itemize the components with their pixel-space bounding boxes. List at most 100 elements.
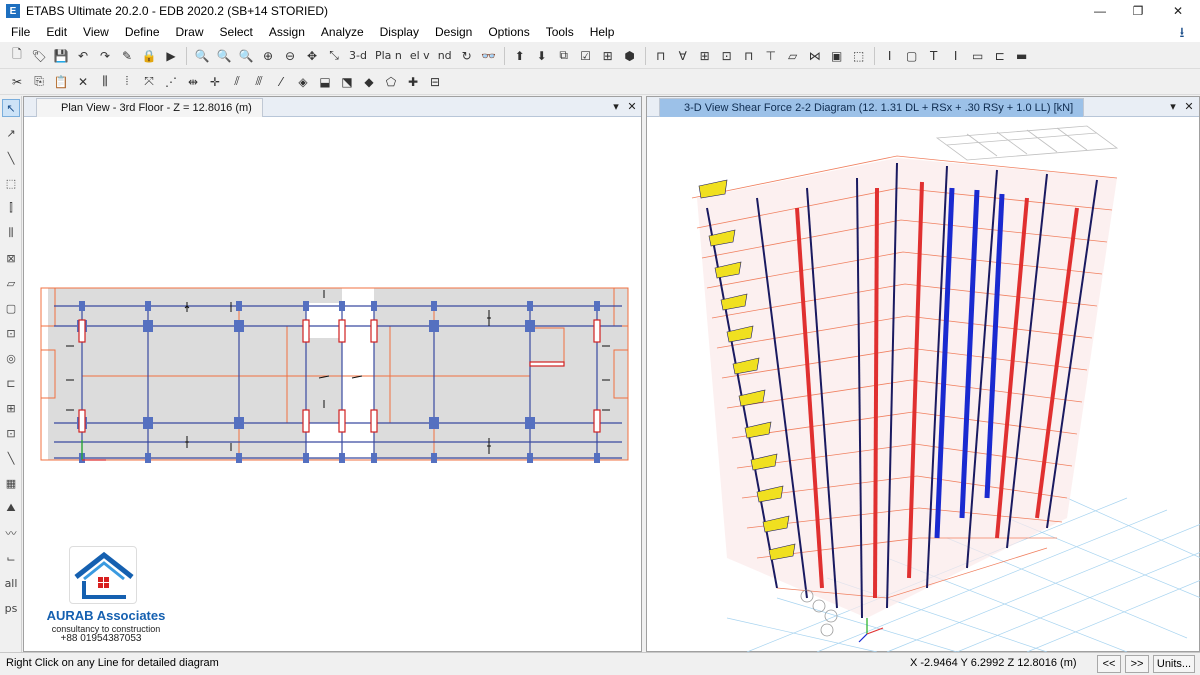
restore-button[interactable]: ❐ bbox=[1118, 0, 1158, 22]
design-composite-icon[interactable]: T bbox=[925, 47, 943, 65]
design-shear-wall-icon[interactable]: ▭ bbox=[969, 47, 987, 65]
design-concrete-icon[interactable]: ▢ bbox=[903, 47, 921, 65]
view-nd-button[interactable]: nd bbox=[436, 47, 454, 65]
draw-floor-icon[interactable]: ▣ bbox=[828, 47, 846, 65]
draw-links-icon[interactable]: ⊞ bbox=[2, 399, 20, 417]
move-up-icon[interactable]: ⬆ bbox=[511, 47, 529, 65]
download-icon[interactable]: ⭳ bbox=[1174, 24, 1190, 40]
menu-draw[interactable]: Draw bbox=[168, 25, 212, 39]
menu-display[interactable]: Display bbox=[372, 25, 427, 39]
show-hinge-icon[interactable]: ⊓ bbox=[740, 47, 758, 65]
draw-dimension-icon[interactable]: ╲ bbox=[2, 449, 20, 467]
menu-define[interactable]: Define bbox=[117, 25, 168, 39]
etabs-app-icon[interactable]: E bbox=[6, 4, 20, 18]
new-model-icon[interactable]: 🗋 bbox=[8, 47, 26, 65]
show-stress-icon[interactable]: ⊞ bbox=[696, 47, 714, 65]
assign-icon[interactable]: ⊞ bbox=[599, 47, 617, 65]
draw-beam-icon[interactable]: ⏥ bbox=[784, 47, 802, 65]
set-display-options-icon[interactable]: ☑ bbox=[577, 47, 595, 65]
draw-design-strip-icon[interactable]: ⌙ bbox=[2, 549, 20, 567]
merge-icon[interactable]: ⤧ bbox=[140, 73, 158, 91]
rubber-band-zoom-icon[interactable]: ⤡ bbox=[325, 47, 343, 65]
draw-reference-icon[interactable]: ▦ bbox=[2, 474, 20, 492]
draw-column-icon[interactable]: ⫿ bbox=[2, 199, 20, 217]
move-icon[interactable]: ⇹ bbox=[184, 73, 202, 91]
zoom-window-icon[interactable]: 🔍 bbox=[193, 47, 211, 65]
menu-view[interactable]: View bbox=[75, 25, 117, 39]
draw-floor-poly-icon[interactable]: ▱ bbox=[2, 274, 20, 292]
pan-icon[interactable]: ✥ bbox=[303, 47, 321, 65]
draw-wall-tool-icon[interactable]: ◎ bbox=[2, 349, 20, 367]
delete-icon[interactable]: ✕ bbox=[74, 73, 92, 91]
plan-view-pin-button[interactable]: ▾ bbox=[609, 99, 623, 115]
close-button[interactable]: ✕ bbox=[1158, 0, 1198, 22]
divide-icon[interactable]: ✛ bbox=[206, 73, 224, 91]
select-all-icon[interactable]: all bbox=[2, 574, 20, 592]
lock-model-icon[interactable]: 🔒 bbox=[140, 47, 158, 65]
trim-icon[interactable]: ⁄ bbox=[272, 73, 290, 91]
perspective-toggle-icon[interactable]: 👓 bbox=[480, 47, 498, 65]
add-point-icon[interactable]: ✚ bbox=[404, 73, 422, 91]
expand-area-icon[interactable]: ⬓ bbox=[316, 73, 334, 91]
draw-line-icon[interactable]: ╲ bbox=[2, 149, 20, 167]
draw-brace-icon[interactable]: ⋈ bbox=[806, 47, 824, 65]
menu-options[interactable]: Options bbox=[480, 25, 537, 39]
open-model-icon[interactable]: 🏷 bbox=[30, 47, 48, 65]
paste-icon[interactable]: 📋 bbox=[52, 73, 70, 91]
edit-area-icon[interactable]: ◈ bbox=[294, 73, 312, 91]
draw-strip-icon[interactable]: 〰 bbox=[2, 524, 20, 542]
join-icon[interactable]: ⫽ bbox=[228, 73, 246, 91]
show-story-response-icon[interactable]: ⊡ bbox=[718, 47, 736, 65]
cut-icon[interactable]: ✂ bbox=[8, 73, 26, 91]
display-dropdown-icon[interactable]: ⬢ bbox=[621, 47, 639, 65]
menu-help[interactable]: Help bbox=[582, 25, 623, 39]
draw-floor-rect-icon[interactable]: ▢ bbox=[2, 299, 20, 317]
draw-opening-icon[interactable]: ⊡ bbox=[2, 324, 20, 342]
menu-analyze[interactable]: Analyze bbox=[313, 25, 372, 39]
tab-plan-view[interactable]: Plan View - 3rd Floor - Z = 12.8016 (m) bbox=[36, 98, 263, 117]
tab-3d-view[interactable]: 3-D View Shear Force 2-2 Diagram (12. 1.… bbox=[659, 98, 1085, 117]
chamfer-icon[interactable]: ⬔ bbox=[338, 73, 356, 91]
draw-wall-stack-icon[interactable]: ⊏ bbox=[2, 374, 20, 392]
undo-icon[interactable]: ↶ bbox=[74, 47, 92, 65]
view-elevation-button[interactable]: el v bbox=[408, 47, 432, 65]
zoom-in-icon[interactable]: ⊕ bbox=[259, 47, 277, 65]
menu-design[interactable]: Design bbox=[427, 25, 480, 39]
draw-frame-icon[interactable]: ⬚ bbox=[2, 174, 20, 192]
3d-view-close-button[interactable]: ✕ bbox=[1182, 99, 1196, 115]
menu-file[interactable]: File bbox=[3, 25, 38, 39]
pointer-icon[interactable]: ↖ bbox=[2, 99, 20, 117]
zoom-out-icon[interactable]: ⊖ bbox=[281, 47, 299, 65]
remove-point-icon[interactable]: ⊟ bbox=[426, 73, 444, 91]
design-steel-icon[interactable]: I bbox=[881, 47, 899, 65]
design-dropdown-icon[interactable]: ▬ bbox=[1013, 47, 1031, 65]
minimize-button[interactable]: — bbox=[1080, 0, 1120, 22]
previous-case-button[interactable]: << bbox=[1097, 655, 1121, 673]
extend-icon[interactable]: ⫻ bbox=[250, 73, 268, 91]
reshape-icon[interactable]: ◆ bbox=[360, 73, 378, 91]
copy-icon[interactable]: ⎘ bbox=[30, 73, 48, 91]
menu-assign[interactable]: Assign bbox=[261, 25, 313, 39]
show-deformed-icon[interactable]: ⊓ bbox=[652, 47, 670, 65]
units-button[interactable]: Units... bbox=[1153, 655, 1195, 673]
view-3d-button[interactable]: 3-d bbox=[347, 47, 369, 65]
plan-view-close-button[interactable]: ✕ bbox=[625, 99, 639, 115]
move-down-icon[interactable]: ⬇ bbox=[533, 47, 551, 65]
next-case-button[interactable]: >> bbox=[1125, 655, 1149, 673]
redo-icon[interactable]: ↷ bbox=[96, 47, 114, 65]
design-slab-icon[interactable]: ⊏ bbox=[991, 47, 1009, 65]
3d-view-canvas[interactable] bbox=[647, 118, 1200, 652]
draw-tendon-icon[interactable]: ⛰ bbox=[2, 499, 20, 517]
3d-view-pin-button[interactable]: ▾ bbox=[1166, 99, 1180, 115]
align-icon[interactable]: ⦙ bbox=[118, 73, 136, 91]
merge-areas-icon[interactable]: ⬠ bbox=[382, 73, 400, 91]
zoom-previous-icon[interactable]: 🔍 bbox=[237, 47, 255, 65]
reshape-pointer-icon[interactable]: ↗ bbox=[2, 124, 20, 142]
draw-wall-icon[interactable]: ⬚ bbox=[850, 47, 868, 65]
design-joist-icon[interactable]: Ⅰ bbox=[947, 47, 965, 65]
menu-select[interactable]: Select bbox=[212, 25, 261, 39]
object-shrink-icon[interactable]: ⧉ bbox=[555, 47, 573, 65]
menu-edit[interactable]: Edit bbox=[38, 25, 75, 39]
rotate-view-icon[interactable]: ↻ bbox=[458, 47, 476, 65]
run-analysis-icon[interactable]: ▶ bbox=[162, 47, 180, 65]
